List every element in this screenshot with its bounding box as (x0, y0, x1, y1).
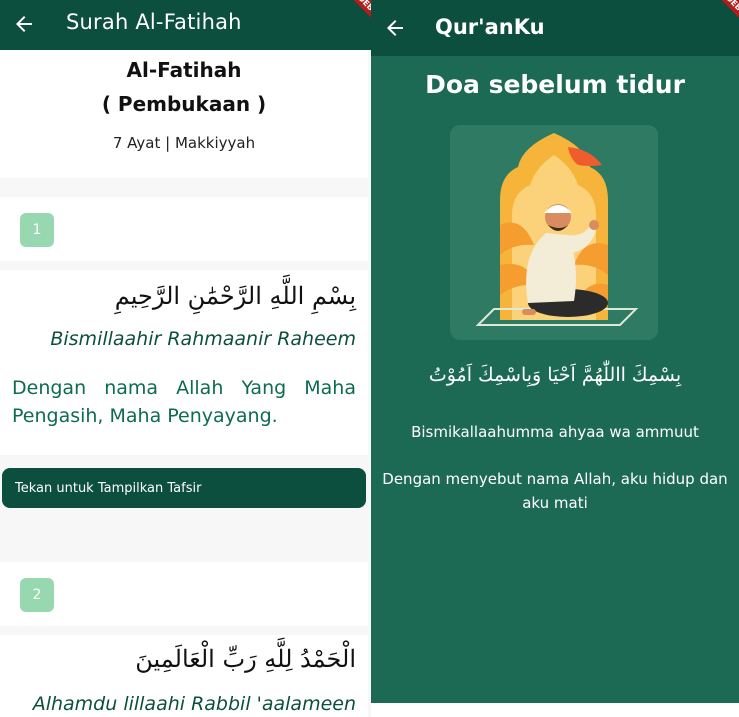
surah-name: Al-Fatihah (126, 58, 242, 82)
verse-item: بِسْمِ اللَّهِ الرَّحْمَٰنِ الرَّحِيمِ B… (0, 270, 368, 455)
doa-translation: Dengan menyebut nama Allah, aku hidup da… (382, 470, 728, 512)
praying-man-illustration (450, 125, 658, 340)
surah-info: 7 Ayat | Makkiyyah (112, 134, 256, 152)
surah-meaning: ( Pembukaan ) (101, 92, 267, 116)
doa-screen: Qur'anKu DEBUG Doa sebelum tidur بِسْمِك… (371, 0, 739, 703)
app-title: Qur'anKu (435, 15, 545, 39)
doa-arabic: بِسْمِكَ االلّٰهُمَّ اَحْيَا وَبِاسْمِكَ… (428, 364, 682, 386)
verse-translation: Dengan nama Allah Yang Maha Pengasih, Ma… (12, 377, 356, 427)
arrow-left-icon[interactable] (12, 12, 36, 36)
debug-banner: DEBUG (338, 0, 371, 33)
show-tafsir-button[interactable]: Tekan untuk Tampilkan Tafsir (2, 468, 366, 508)
verse-arabic: الْحَمْدُ لِلَّهِ رَبِّ الْعَالَمِينَ (135, 645, 356, 673)
doa-latin: Bismikallaahumma ahyaa wa ammuut (411, 423, 699, 441)
verse-arabic: بِسْمِ اللَّهِ الرَّحْمَٰنِ الرَّحِيمِ (114, 282, 356, 310)
verse-item: الْحَمْدُ لِلَّهِ رَبِّ الْعَالَمِينَ Al… (0, 635, 368, 717)
verse-number-card: 2 (0, 562, 368, 626)
doa-title: Doa sebelum tidur (425, 70, 685, 99)
verse-latin: Bismillaahir Rahmaanir Raheem (50, 328, 356, 350)
app-bar: Surah Al-Fatihah (0, 0, 371, 50)
debug-banner: DEBUG (706, 0, 739, 33)
surah-screen: Surah Al-Fatihah DEBUG Al-Fatihah ( Pemb… (0, 0, 371, 717)
verse-latin: Alhamdu lillaahi Rabbil 'aalameen (32, 693, 356, 715)
page-title: Surah Al-Fatihah (66, 10, 242, 34)
verse-number-card: 1 (0, 197, 368, 261)
surah-header: Al-Fatihah ( Pembukaan ) 7 Ayat | Makkiy… (0, 50, 368, 178)
app-bar: Qur'anKu (371, 0, 739, 56)
verse-number-badge: 2 (20, 578, 54, 612)
arrow-left-icon[interactable] (383, 16, 407, 40)
verse-number-badge: 1 (20, 213, 54, 247)
